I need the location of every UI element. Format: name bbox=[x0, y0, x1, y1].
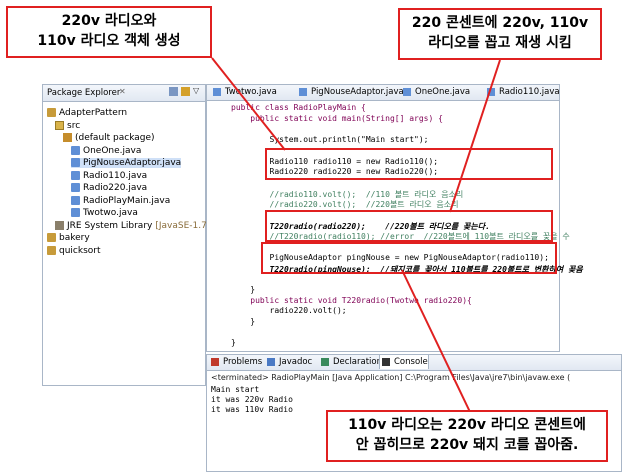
callout-arrows bbox=[211, 57, 501, 413]
callout-line: 220v 라디오와 bbox=[61, 13, 157, 29]
callout-line: 220 콘센트에 220v, 110v bbox=[411, 15, 589, 31]
callout-line: 110v 라디오는 220v 라디오 콘센트에 bbox=[348, 417, 586, 433]
callout-adaptor-explanation: 110v 라디오는 220v 라디오 콘센트에 안 꼽히므로 220v 돼지 코… bbox=[326, 410, 608, 462]
callout-line: 110v 라디오 객체 생성 bbox=[37, 33, 181, 49]
callout-line: 라디오를 꼽고 재생 시킴 bbox=[428, 35, 572, 51]
callout-object-creation: 220v 라디오와 110v 라디오 객체 생성 bbox=[6, 6, 212, 58]
callout-line: 안 꼽히므로 220v 돼지 코를 꼽아줌. bbox=[355, 437, 579, 453]
callout-plug-and-play: 220 콘센트에 220v, 110v 라디오를 꼽고 재생 시킴 bbox=[398, 8, 602, 60]
